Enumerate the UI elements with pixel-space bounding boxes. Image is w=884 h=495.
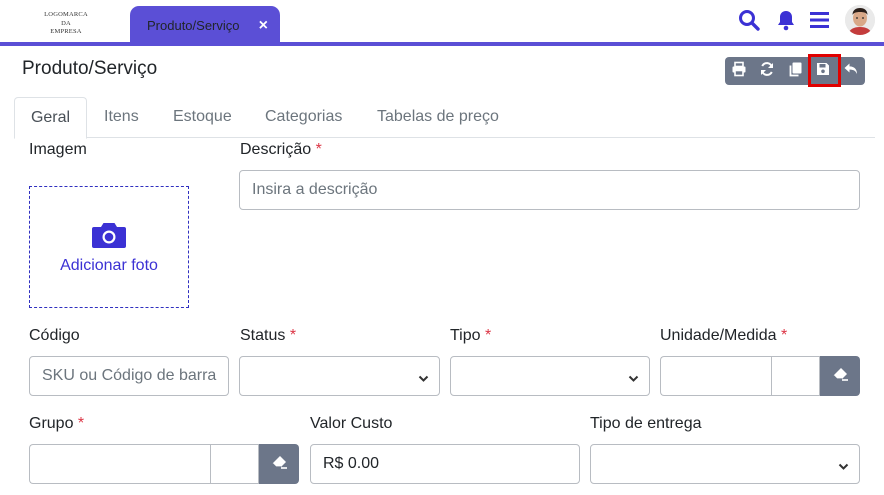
description-placeholder: Insira a descrição bbox=[252, 181, 378, 198]
tab-geral[interactable]: Geral bbox=[14, 97, 87, 139]
search-icon[interactable] bbox=[737, 8, 761, 32]
type-label-text: Tipo bbox=[450, 327, 481, 344]
save-button-highlight bbox=[808, 54, 841, 87]
add-photo-dropzone[interactable]: Adicionar foto bbox=[29, 186, 189, 308]
chevron-down-icon bbox=[418, 371, 429, 389]
chevron-down-icon bbox=[838, 459, 849, 477]
required-mark: * bbox=[289, 327, 297, 344]
unit-code-input[interactable] bbox=[660, 356, 771, 396]
required-mark: * bbox=[315, 141, 322, 158]
top-bar: LOGOMARCA DA EMPRESA Produto/Serviço × bbox=[0, 0, 884, 43]
description-label-text: Descrição bbox=[240, 141, 312, 158]
copy-icon bbox=[787, 61, 803, 82]
refresh-button[interactable] bbox=[753, 57, 781, 85]
group-lookup bbox=[29, 444, 299, 484]
group-name-input[interactable] bbox=[210, 444, 259, 484]
unit-clear-button[interactable] bbox=[820, 356, 860, 396]
required-mark: * bbox=[484, 327, 492, 344]
code-input[interactable]: SKU ou Código de barra bbox=[29, 356, 229, 396]
undo-icon bbox=[843, 61, 859, 82]
group-label: Grupo * bbox=[29, 415, 84, 433]
description-input[interactable]: Insira a descrição bbox=[239, 170, 860, 210]
print-button[interactable] bbox=[725, 57, 753, 85]
menu-icon[interactable] bbox=[808, 8, 832, 32]
status-label: Status * bbox=[240, 327, 296, 345]
group-label-text: Grupo bbox=[29, 415, 74, 432]
action-toolbar bbox=[725, 57, 865, 85]
cost-label: Valor Custo bbox=[310, 415, 393, 432]
unit-lookup bbox=[660, 356, 860, 396]
copy-button[interactable] bbox=[781, 57, 809, 85]
chevron-down-icon bbox=[628, 371, 639, 389]
group-clear-button[interactable] bbox=[259, 444, 299, 484]
tab-estoque[interactable]: Estoque bbox=[173, 97, 232, 138]
tab-tabelas-de-preco[interactable]: Tabelas de preço bbox=[377, 97, 499, 138]
undo-button[interactable] bbox=[837, 57, 865, 85]
tab-categorias[interactable]: Categorias bbox=[265, 97, 342, 138]
unit-label: Unidade/Medida * bbox=[660, 327, 787, 345]
group-code-input[interactable] bbox=[29, 444, 210, 484]
open-tab-label: Produto/Serviço bbox=[147, 18, 240, 33]
eraser-icon bbox=[271, 455, 288, 474]
tab-itens[interactable]: Itens bbox=[104, 97, 139, 138]
refresh-icon bbox=[759, 61, 775, 82]
required-mark: * bbox=[77, 415, 85, 432]
print-icon bbox=[731, 61, 747, 82]
status-select[interactable] bbox=[239, 356, 440, 396]
unit-name-input[interactable] bbox=[771, 356, 820, 396]
required-mark: * bbox=[780, 327, 788, 344]
eraser-icon bbox=[832, 367, 849, 386]
code-placeholder: SKU ou Código de barra bbox=[42, 367, 217, 384]
page-title: Produto/Serviço bbox=[22, 58, 158, 79]
delivery-type-label: Tipo de entrega bbox=[590, 415, 702, 432]
description-label: Descrição * bbox=[240, 141, 322, 159]
unit-label-text: Unidade/Medida bbox=[660, 327, 777, 344]
type-select[interactable] bbox=[450, 356, 650, 396]
open-tab-produto-servico[interactable]: Produto/Serviço × bbox=[130, 6, 280, 43]
type-label: Tipo * bbox=[450, 327, 491, 345]
form-tabs: Geral Itens Estoque Categorias Tabelas d… bbox=[14, 97, 875, 139]
avatar[interactable] bbox=[845, 5, 875, 35]
logo-line: LOGOMARCA bbox=[44, 11, 88, 18]
cost-value: R$ 0.00 bbox=[323, 455, 380, 472]
logo-line: DA bbox=[61, 19, 71, 27]
delivery-type-select[interactable] bbox=[590, 444, 860, 484]
logo-line: EMPRESA bbox=[50, 28, 82, 35]
camera-icon bbox=[91, 220, 127, 255]
status-label-text: Status bbox=[240, 327, 286, 344]
top-bar-accent-line bbox=[0, 42, 884, 46]
cost-input[interactable]: R$ 0.00 bbox=[310, 444, 580, 484]
company-logo[interactable]: LOGOMARCA DA EMPRESA bbox=[38, 11, 94, 37]
add-photo-label: Adicionar foto bbox=[60, 257, 158, 274]
bell-icon[interactable] bbox=[774, 8, 798, 32]
image-label: Imagem bbox=[29, 141, 87, 158]
code-label: Código bbox=[29, 327, 80, 344]
close-tab-icon[interactable]: × bbox=[259, 18, 268, 34]
